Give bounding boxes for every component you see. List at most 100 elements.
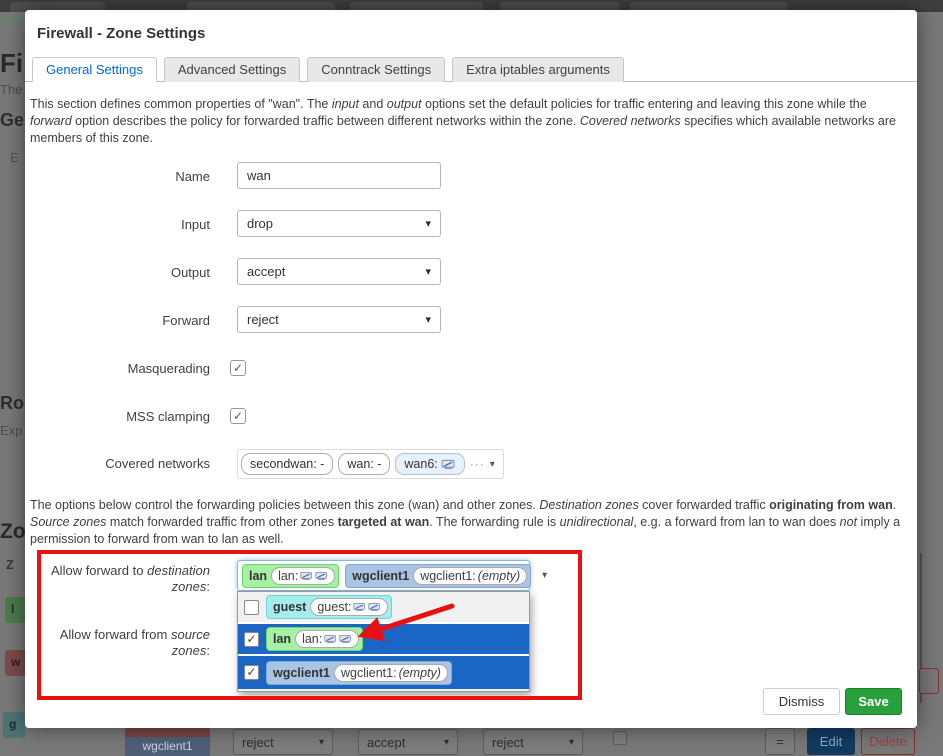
dropdown-option-lan[interactable]: ✓ lan lan:	[238, 624, 529, 656]
background-delete-button-fragment	[919, 668, 939, 694]
forward-policy-select[interactable]: reject ▾	[237, 306, 441, 333]
network-chip-secondwan[interactable]: secondwan: -	[241, 453, 333, 475]
check-mark: ✓	[246, 665, 256, 679]
save-button[interactable]: Save	[845, 688, 902, 715]
chevron-down-icon: ▾	[425, 217, 431, 230]
background-zone-badge-wan: w	[5, 650, 27, 676]
empty-placeholder: (empty)	[399, 666, 441, 680]
background-sort-button[interactable]: =	[765, 728, 795, 755]
chip-label: wan6:	[404, 457, 437, 471]
allow-forward-from-label: Allow forward from source zones:	[30, 627, 210, 659]
zone-tag-lan: lan lan:	[266, 627, 363, 651]
network-pill: guest:	[310, 598, 388, 616]
dismiss-button[interactable]: Dismiss	[763, 688, 840, 715]
tab-advanced-settings[interactable]: Advanced Settings	[164, 57, 300, 82]
network-pill: wgclient1: (empty)	[334, 664, 448, 682]
chevron-down-icon: ▾	[569, 737, 574, 748]
chevron-down-icon[interactable]: ▾	[537, 570, 552, 581]
background-link-fragment: Ge	[3, 11, 20, 26]
background-zone-badge-fragment	[125, 727, 210, 737]
covered-networks-label: Covered networks	[30, 456, 210, 472]
background-masquerading-checkbox[interactable]	[613, 731, 627, 745]
ethernet-icon	[353, 602, 366, 612]
chevron-down-icon: ▾	[425, 265, 431, 278]
network-name: wgclient1:	[420, 569, 476, 583]
zone-name: lan	[273, 632, 291, 646]
network-name: wgclient1:	[341, 666, 397, 680]
network-name: lan:	[302, 632, 322, 646]
ethernet-icon	[315, 571, 328, 581]
background-page-title-fragment: Fi	[0, 48, 23, 79]
background-input-policy-select[interactable]: reject ▾	[233, 729, 333, 755]
zone-tag-wgclient1[interactable]: wgclient1 wgclient1: (empty)	[345, 564, 531, 588]
ethernet-icon	[324, 634, 337, 644]
screen: Ge Fi The Ge E Ro Exp Zo Z l w g wgclien…	[0, 0, 943, 756]
output-label: Output	[30, 265, 210, 281]
network-chip-wan[interactable]: wan: -	[338, 453, 390, 475]
background-forward-policy-select[interactable]: reject ▾	[483, 729, 583, 755]
background-text-fragment: Exp	[0, 423, 22, 438]
background-section-fragment: Ge	[0, 110, 24, 131]
forward-label: Forward	[30, 313, 210, 329]
dropdown-option-guest[interactable]: guest guest:	[238, 592, 529, 624]
guest-checkbox[interactable]	[244, 600, 259, 615]
chevron-down-icon: ▾	[425, 313, 431, 326]
network-chip-wan6[interactable]: wan6:	[395, 453, 464, 475]
zone-name: wgclient1	[352, 569, 409, 583]
background-zone-badge-lan: l	[5, 597, 27, 623]
dialog-tab-bar: General Settings Advanced Settings Connt…	[25, 57, 917, 82]
background-section-fragment: Ro	[0, 393, 24, 414]
destination-zones-select[interactable]: lan lan: wgclient1 wgclient1: (empty) ▾	[237, 560, 530, 591]
more-items-ellipsis: ···	[470, 457, 485, 471]
name-label: Name	[30, 169, 210, 185]
wgclient1-checkbox[interactable]: ✓	[244, 665, 259, 680]
lan-checkbox[interactable]: ✓	[244, 632, 259, 647]
check-mark: ✓	[246, 632, 256, 646]
network-pill: wgclient1: (empty)	[413, 567, 527, 585]
select-value: accept	[367, 735, 405, 750]
select-value: drop	[247, 216, 273, 231]
output-policy-select[interactable]: accept ▾	[237, 258, 441, 285]
select-value: reject	[247, 312, 279, 327]
select-value: accept	[247, 264, 285, 279]
tab-extra-iptables-arguments[interactable]: Extra iptables arguments	[452, 57, 624, 82]
network-name: guest:	[317, 600, 351, 614]
network-pill: lan:	[271, 567, 335, 585]
zone-tag-lan[interactable]: lan lan:	[242, 564, 339, 588]
zone-name: wgclient1	[273, 666, 330, 680]
mss-clamping-checkbox[interactable]: ✓	[230, 408, 246, 424]
dialog-title: Firewall - Zone Settings	[37, 25, 205, 42]
zone-name-input[interactable]	[237, 162, 441, 189]
ethernet-icon	[300, 571, 313, 581]
empty-placeholder: (empty)	[478, 569, 520, 583]
ethernet-icon	[339, 634, 352, 644]
covered-networks-select[interactable]: secondwan: - wan: - wan6: ··· ▾	[237, 449, 504, 479]
background-text-fragment: The	[0, 82, 22, 97]
tab-general-settings[interactable]: General Settings	[32, 57, 157, 82]
input-label: Input	[30, 217, 210, 233]
ethernet-icon	[441, 459, 456, 470]
background-delete-button[interactable]: Delete	[861, 728, 915, 755]
ethernet-icon	[368, 602, 381, 612]
background-edit-button[interactable]: Edit	[807, 728, 855, 755]
chevron-down-icon: ▾	[319, 737, 324, 748]
dropdown-option-wgclient1[interactable]: ✓ wgclient1 wgclient1: (empty)	[238, 656, 529, 689]
masquerading-label: Masquerading	[30, 361, 210, 377]
background-zone-badge-wgclient1: wgclient1	[125, 737, 210, 756]
check-mark: ✓	[233, 361, 243, 375]
background-section-fragment: Zo	[0, 520, 26, 544]
input-policy-select[interactable]: drop ▾	[237, 210, 441, 237]
zone-name: lan	[249, 569, 267, 583]
tab-conntrack-settings[interactable]: Conntrack Settings	[307, 57, 445, 82]
chevron-down-icon[interactable]: ▾	[490, 459, 495, 470]
check-mark: ✓	[233, 409, 243, 423]
zone-settings-dialog: Firewall - Zone Settings General Setting…	[25, 10, 917, 728]
masquerading-checkbox[interactable]: ✓	[230, 360, 246, 376]
background-text-fragment: E	[10, 150, 19, 165]
background-output-policy-select[interactable]: accept ▾	[358, 729, 458, 755]
select-value: reject	[492, 735, 524, 750]
zone-name: guest	[273, 600, 306, 614]
chevron-down-icon: ▾	[444, 737, 449, 748]
allow-forward-to-label: Allow forward to destination zones:	[30, 563, 210, 595]
section-description: This section defines common properties o…	[30, 96, 908, 147]
